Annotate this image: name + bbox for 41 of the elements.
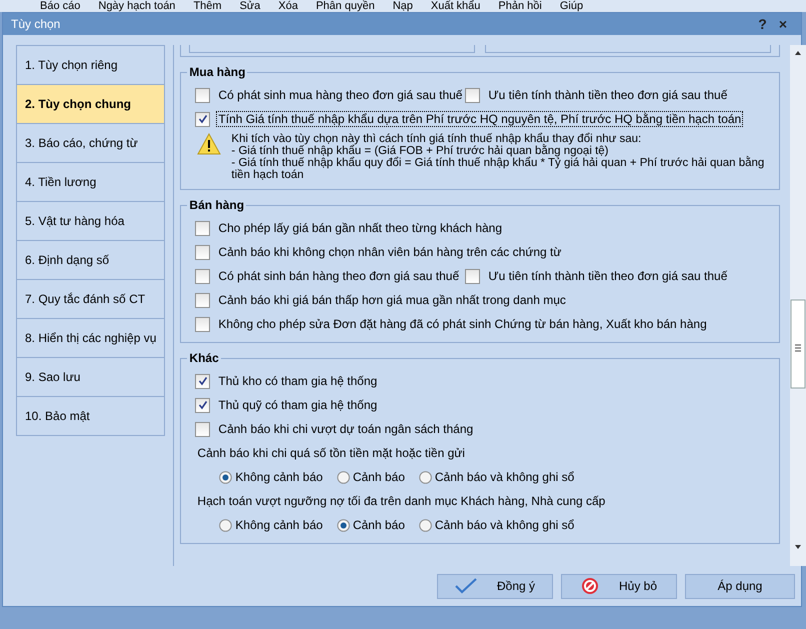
option-prompt: Hạch toán vượt ngưỡng nợ tối đa trên danh mục Khách hàng, Nhà cung cấp bbox=[196, 493, 606, 510]
checkbox-label: Cảnh báo khi giá bán thấp hơn giá mua gần nhất trong danh mục bbox=[217, 292, 567, 308]
radio-label: Cảnh báo bbox=[352, 470, 405, 484]
checkbox-label: Thủ kho có tham gia hệ thống bbox=[217, 373, 378, 389]
help-button[interactable]: ? bbox=[752, 16, 773, 32]
checkbox-label: Cảnh báo khi không chọn nhân viên bán hàng trên các chứng từ bbox=[217, 244, 562, 260]
toolbar-item[interactable]: Giúp bbox=[560, 0, 584, 12]
toolbar-item[interactable]: Xóa bbox=[278, 0, 298, 12]
checkbox-label: Không cho phép sửa Đơn đặt hàng đã có phát sinh Chứng từ bán hàng, Xuất kho bán hàng bbox=[217, 316, 708, 332]
radio-label: Cảnh báo và không ghi sổ bbox=[434, 470, 574, 484]
dialog-button[interactable]: Hủy bỏ bbox=[561, 574, 677, 598]
checkbox-label: Cho phép lấy giá bán gần nhất theo từng khách hàng bbox=[217, 220, 504, 236]
toolbar-item[interactable]: Nạp bbox=[392, 0, 413, 12]
radio-label: Không cảnh báo bbox=[235, 470, 323, 484]
checkbox-label: Thủ quỹ có tham gia hệ thống bbox=[217, 397, 378, 413]
toolbar-item[interactable]: Phân quyền bbox=[316, 0, 375, 12]
radio-label: Không cảnh báo bbox=[235, 518, 323, 532]
toolbar-item[interactable]: Sửa bbox=[240, 0, 260, 12]
checkbox-label: Tính Giá tính thuế nhập khẩu dựa trên Phí trước HQ nguyên tệ, Phí trước HQ bằng tiền hạch toán bbox=[216, 111, 744, 127]
warning-text: Khi tích vào tùy chọn này thì cách tính giá tính thuế nhập khẩu thay đổi như sau: - Giá tính thuế nhập khẩu = (Giá FOB + Phí trước hải quan bằng ngoại tệ) - Giá tính thuế nhập khẩu quy đổi = Giá tính thuế nhập khẩu * Tỷ giá hải quan + Phí trước hải quan bằng tiền hạch toán bbox=[231, 133, 766, 181]
checkbox-label: Ưu tiên tính thành tiền theo đơn giá sau thuế bbox=[487, 268, 728, 284]
radio-label: Cảnh báo bbox=[352, 518, 405, 532]
checkbox-label: Có phát sinh mua hàng theo đơn giá sau thuế bbox=[217, 87, 464, 103]
dialog-button[interactable]: Áp dụng bbox=[685, 574, 795, 598]
close-button[interactable]: × bbox=[772, 16, 793, 32]
checkbox-label: Có phát sinh bán hàng theo đơn giá sau thuế bbox=[217, 268, 460, 284]
checkbox-label: Ưu tiên tính thành tiền theo đơn giá sau thuế bbox=[487, 87, 728, 103]
toolbar-item[interactable]: Báo cáo bbox=[40, 0, 80, 12]
checkbox-label: Cảnh báo khi chi vượt dự toán ngân sách tháng bbox=[217, 421, 474, 437]
toolbar-item[interactable]: Ngày hạch toán bbox=[98, 0, 176, 12]
dialog-button[interactable]: Đồng ý bbox=[437, 574, 553, 598]
group-title: Mua hàng bbox=[188, 65, 246, 79]
option-prompt: Cảnh báo khi chi quá số tồn tiền mặt hoặc tiền gửi bbox=[196, 445, 466, 462]
radio-label: Cảnh báo và không ghi sổ bbox=[434, 518, 574, 532]
window-title: Tùy chọn bbox=[11, 17, 62, 31]
group-title: Khác bbox=[188, 351, 220, 365]
toolbar-item[interactable]: Thêm bbox=[193, 0, 222, 12]
toolbar-item[interactable]: Phản hồi bbox=[498, 0, 542, 12]
category-item[interactable]: 2. Tùy chọn chung bbox=[17, 85, 164, 124]
group-title: Bán hàng bbox=[188, 198, 246, 212]
toolbar-item[interactable]: Xuất khẩu bbox=[430, 0, 480, 12]
